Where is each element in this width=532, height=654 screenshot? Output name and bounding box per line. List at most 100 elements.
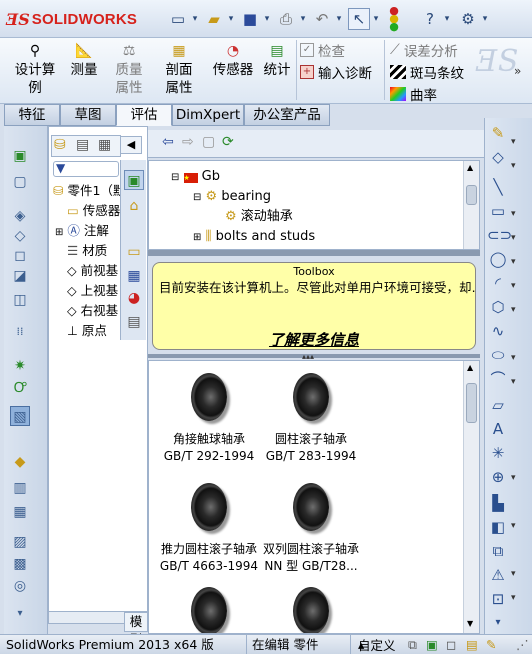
spline-icon[interactable]: ∿ xyxy=(487,320,509,342)
smart-dimension-icon[interactable]: ◇ xyxy=(487,146,509,168)
configuration-manager-tab-icon[interactable]: ▦ xyxy=(98,137,111,153)
chevron-down-icon[interactable]: ▾ xyxy=(190,8,200,30)
chevron-down-icon[interactable]: ▾ xyxy=(371,8,381,30)
display-style-icon[interactable]: ▢ xyxy=(10,172,30,192)
measure-button[interactable]: 📐 测量 xyxy=(66,42,102,79)
design-study-button[interactable]: ⚲ 设计算例 xyxy=(10,42,60,97)
design-library-tab-icon[interactable]: ⌂ xyxy=(124,196,144,216)
new-document-icon[interactable]: ▭ xyxy=(168,8,188,30)
solidworks-logo[interactable]: ƎS SOLIDWORKS xyxy=(6,8,146,30)
tab-dimxpert[interactable]: DimXpert xyxy=(172,104,244,126)
chevron-down-icon[interactable]: ▾ xyxy=(334,8,344,30)
view-palette-tab-icon[interactable]: ▦ xyxy=(124,266,144,286)
tree-item-front-plane[interactable]: ◇ 前视基 xyxy=(67,261,118,281)
tree-filter-box[interactable]: ▼ xyxy=(53,161,119,177)
resources-tab-icon[interactable]: ▣ xyxy=(124,170,144,190)
section-view-icon[interactable]: ◪ xyxy=(10,266,30,286)
library-node-bolts[interactable]: ⊞ ⫼ bolts and studs xyxy=(193,227,315,247)
custom-properties-tab-icon[interactable]: ▤ xyxy=(124,312,144,332)
view-front-icon[interactable]: ▥ xyxy=(10,478,30,498)
mass-properties-button[interactable]: ⚖ 质量属性 xyxy=(106,42,152,97)
line-icon[interactable]: ╲ xyxy=(487,176,509,198)
tree-item-right-plane[interactable]: ◇ 右视基 xyxy=(67,301,118,321)
input-diagnosis-button[interactable]: + 输入诊断 xyxy=(300,62,372,82)
forward-icon[interactable]: ⇨ xyxy=(182,134,194,150)
tree-item-sensors[interactable]: ▭ 传感器 xyxy=(67,201,120,221)
deviation-analysis-button[interactable]: ⟋ 误差分析 xyxy=(390,40,458,60)
curvature-button[interactable]: 曲率 xyxy=(390,84,437,104)
view-top-icon[interactable]: ▦ xyxy=(10,502,30,522)
shaded-icon[interactable]: ◈ xyxy=(10,206,30,226)
tree-part-node[interactable]: ⛁ 零件1（默 xyxy=(53,181,125,201)
units-selector[interactable]: 自定义 ▴ xyxy=(358,636,396,654)
tab-evaluate[interactable]: 评估 xyxy=(116,104,172,126)
undo-icon[interactable]: ↶ xyxy=(312,8,332,30)
offset-entities-icon[interactable]: ◧ xyxy=(487,516,509,538)
property-manager-tab-icon[interactable]: ▤ xyxy=(76,137,89,153)
view-iso-icon[interactable]: ▩ xyxy=(10,554,30,574)
chevron-down-icon[interactable]: ▾ xyxy=(487,612,509,634)
tree-item-origin[interactable]: ⊥ 原点 xyxy=(67,321,107,341)
chevron-down-icon[interactable]: ▾ xyxy=(298,8,308,30)
status-pencil-icon[interactable]: ✎ xyxy=(486,636,496,654)
centerline-icon[interactable]: ⊕ xyxy=(487,466,509,488)
help-icon[interactable]: ? xyxy=(420,8,440,30)
add-location-icon[interactable]: ▢ xyxy=(202,134,215,150)
move-entities-icon[interactable]: ⊡ xyxy=(487,588,509,610)
circle-icon[interactable]: ◯ xyxy=(487,248,509,270)
gallery-item[interactable] xyxy=(251,587,371,633)
view-cube-icon[interactable]: ◆ xyxy=(10,452,30,472)
view-right-icon[interactable]: ▨ xyxy=(10,532,30,552)
section-properties-button[interactable]: ▦ 剖面属性 xyxy=(156,42,202,97)
resize-grip-icon[interactable]: ⋰ xyxy=(516,636,529,654)
curve-icon[interactable]: Ꝍ xyxy=(10,378,30,398)
tree-item-annotations[interactable]: ⊞ Ⓐ 注解 xyxy=(55,221,109,241)
scroll-thumb[interactable] xyxy=(466,383,477,423)
rectangle-icon[interactable]: ▭ xyxy=(487,200,509,222)
scroll-up-icon[interactable]: ▲ xyxy=(467,363,473,372)
library-node-bearing[interactable]: ⊟ ⚙ bearing xyxy=(193,187,271,207)
text-icon[interactable]: A xyxy=(487,418,509,440)
ribbon-more-chevron-icon[interactable]: » xyxy=(514,64,521,78)
plane-icon[interactable]: ▱ xyxy=(487,394,509,416)
arc-icon[interactable]: ◜ xyxy=(487,272,509,294)
gallery-item[interactable]: 双列圆柱滚子轴承 NN 型 GB/T28... xyxy=(251,483,371,575)
sketch-icon[interactable]: ✎ xyxy=(487,122,509,144)
scroll-thumb[interactable] xyxy=(466,185,477,205)
tree-item-material[interactable]: ☰ 材质 xyxy=(67,241,107,261)
appearances-tab-icon[interactable]: ◕ xyxy=(124,288,144,308)
chevron-down-icon[interactable]: ▾ xyxy=(226,8,236,30)
open-folder-icon[interactable]: ▰ xyxy=(204,8,224,30)
dots-icon[interactable]: ⁞⁞ xyxy=(10,322,30,342)
lights-icon[interactable]: ✷ xyxy=(10,356,30,376)
back-icon[interactable]: ⇦ xyxy=(162,134,174,150)
measure-tool-icon[interactable]: ▧ xyxy=(10,406,30,426)
tab-features[interactable]: 特征 xyxy=(4,104,60,126)
chevron-down-icon[interactable]: ▾ xyxy=(262,8,272,30)
file-explorer-tab-icon[interactable]: ▭ xyxy=(124,242,144,262)
sensor-button[interactable]: ◔ 传感器 xyxy=(210,42,256,79)
mirror-entities-icon[interactable]: ⧉ xyxy=(487,540,509,562)
refresh-icon[interactable]: ⟳ xyxy=(222,134,234,150)
view-normal-icon[interactable]: ◎ xyxy=(10,576,30,596)
library-tree-scrollbar[interactable]: ▲ xyxy=(463,161,479,249)
chevron-down-icon[interactable]: ▾ xyxy=(442,8,452,30)
point-icon[interactable]: ✳ xyxy=(487,442,509,464)
rebuild-traffic-light-icon[interactable]: ● ● ● xyxy=(386,5,402,32)
tree-item-top-plane[interactable]: ◇ 上视基 xyxy=(67,281,118,301)
view-orientation-icon[interactable]: ▣ xyxy=(10,146,30,166)
collapse-arrow-icon[interactable]: ◀ xyxy=(120,136,142,154)
scroll-up-icon[interactable]: ▲ xyxy=(467,163,473,172)
check-button[interactable]: ✓ 检查 xyxy=(300,40,345,60)
statistics-button[interactable]: ▤ 统计 xyxy=(260,42,294,79)
library-node-gb[interactable]: ⊟ ★ Gb xyxy=(171,167,220,187)
ellipse-icon[interactable]: ⬭ xyxy=(487,344,509,366)
convert-entities-icon[interactable]: ▙ xyxy=(487,492,509,514)
chevron-down-icon[interactable]: ▾ xyxy=(480,8,490,30)
gallery-item[interactable]: 圆柱滚子轴承 GB/T 283-1994 xyxy=(251,373,371,465)
trim-icon[interactable]: ⚠ xyxy=(487,564,509,586)
learn-more-link[interactable]: 了解更多信息 xyxy=(153,329,475,350)
tab-office-products[interactable]: 办公室产品 xyxy=(244,104,330,126)
status-icon-4[interactable]: ▤ xyxy=(466,636,478,654)
polygon-icon[interactable]: ⬡ xyxy=(487,296,509,318)
